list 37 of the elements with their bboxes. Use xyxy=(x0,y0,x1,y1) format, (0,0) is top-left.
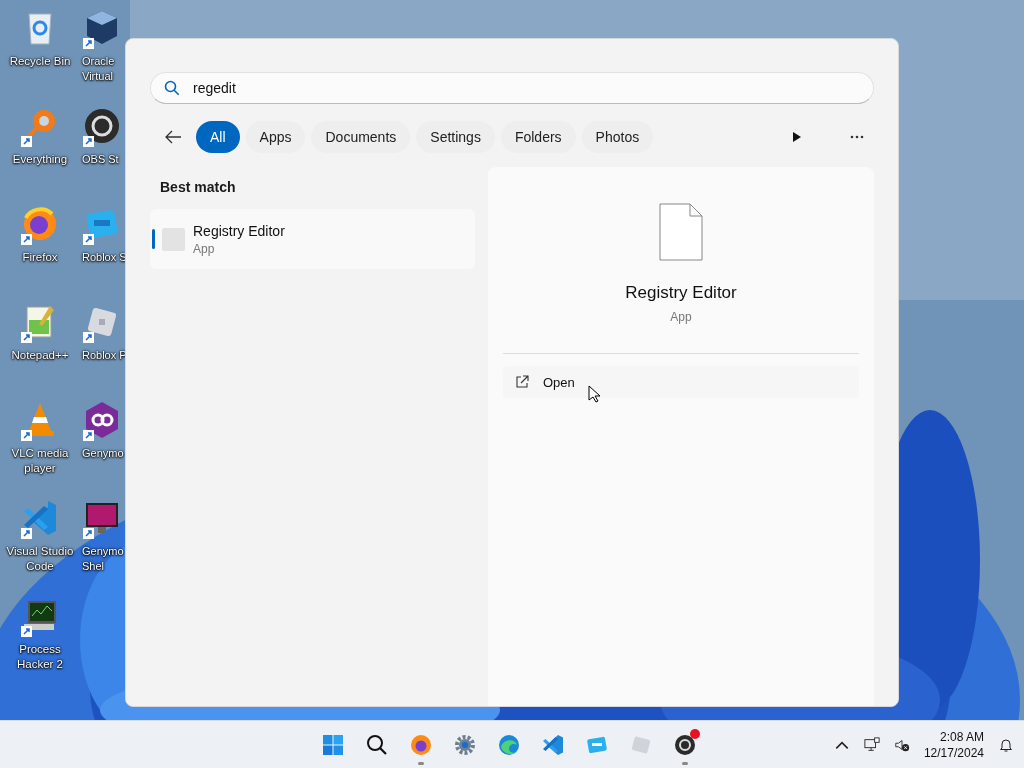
desktop-icon-label[interactable]: VLC media player xyxy=(2,446,78,476)
external-link-icon xyxy=(515,375,529,389)
play-icon[interactable] xyxy=(792,131,802,143)
desktop-icon-label[interactable]: Genymo xyxy=(82,446,125,461)
search-icon xyxy=(164,80,180,96)
desktop-icon-label[interactable]: Recycle Bin xyxy=(2,54,78,69)
desktop-icon-label[interactable]: Oracle Virtual xyxy=(82,54,125,84)
search-icon[interactable] xyxy=(365,732,389,757)
desktop-icon-label[interactable]: Notepad++ xyxy=(2,348,78,363)
network-icon[interactable] xyxy=(863,736,880,753)
document-icon xyxy=(659,203,703,261)
filter-tab[interactable]: All xyxy=(196,121,240,153)
filter-tab[interactable]: Apps xyxy=(245,121,306,153)
filter-tab[interactable]: Photos xyxy=(581,121,654,153)
app-type: App xyxy=(670,310,692,324)
bell-icon[interactable] xyxy=(998,736,1014,753)
desktop-icon-label[interactable]: Everything xyxy=(2,152,78,167)
desktop-icon-label[interactable]: Firefox xyxy=(2,250,78,265)
search-field[interactable]: regedit xyxy=(150,72,874,104)
desktop-icon-label[interactable]: Process Hacker 2 xyxy=(2,642,78,672)
more-icon[interactable] xyxy=(850,135,864,139)
app-title: Registry Editor xyxy=(625,283,737,303)
desktop-icon-label[interactable]: Genymo Shel xyxy=(82,544,125,574)
back-arrow-icon[interactable] xyxy=(164,129,182,145)
section-title: Best match xyxy=(160,179,237,195)
filter-tab[interactable]: Documents xyxy=(311,121,411,153)
filter-tab[interactable]: Settings xyxy=(416,121,495,153)
desktop-icon-label[interactable]: Visual Studio Code xyxy=(2,544,78,574)
start-icon[interactable] xyxy=(321,732,345,757)
clock-date[interactable]: 12/17/2024 xyxy=(923,744,984,761)
result-item[interactable]: Registry Editor App xyxy=(150,209,475,269)
clock-time[interactable]: 2:08 AM xyxy=(939,728,984,745)
filter-tab[interactable]: Folders xyxy=(500,121,576,153)
mouse-cursor-icon xyxy=(588,385,600,403)
desktop-icon-label[interactable]: OBS St xyxy=(82,152,125,167)
open-action[interactable]: Open xyxy=(503,366,859,398)
settings-icon[interactable] xyxy=(453,732,477,757)
